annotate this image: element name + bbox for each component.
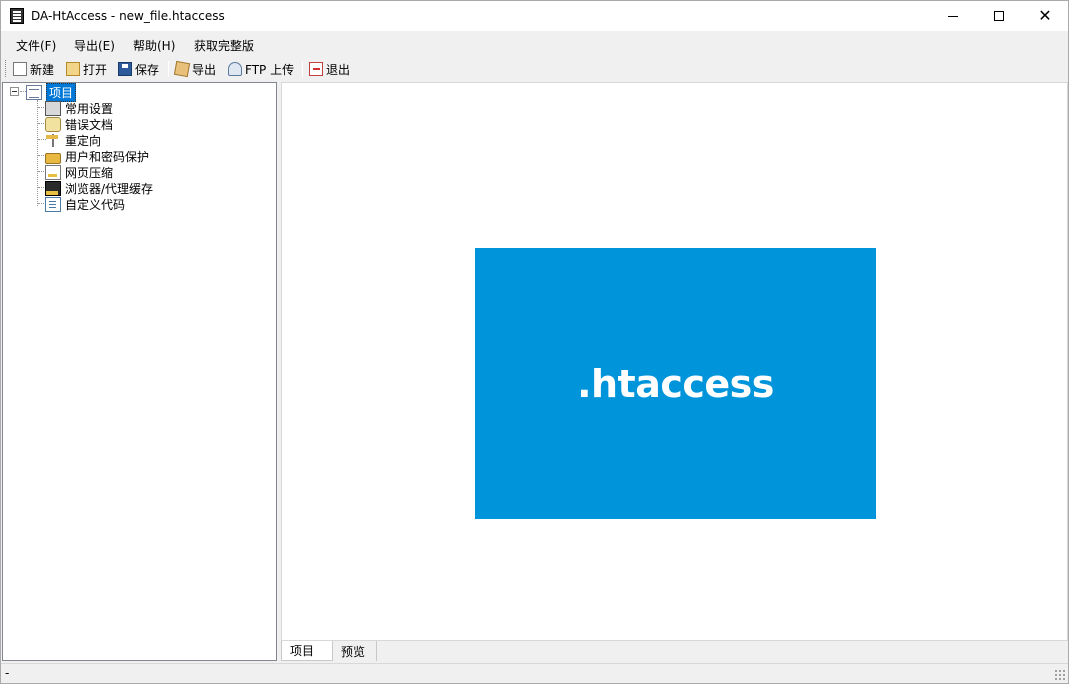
tree-item-project[interactable]: 项目 [26,82,77,102]
exit-label: 退出 [326,62,351,77]
open-file-icon [66,62,80,76]
title-bar[interactable]: DA-HtAccess - new_file.htaccess ✕ [1,1,1068,31]
close-icon: ✕ [1038,6,1052,25]
menu-help[interactable]: 帮助(H) [133,37,175,54]
tree-item-label: 浏览器/代理缓存 [65,181,154,196]
menu-export[interactable]: 导出(E) [74,37,115,54]
maximize-button[interactable] [976,1,1022,31]
open-label: 打开 [83,62,108,77]
tree-item-label: 网页压缩 [65,165,114,180]
new-file-icon [13,62,27,76]
ftp-label: FTP 上传 [245,62,295,77]
compressed-page-icon [45,164,61,180]
settings-icon [45,100,61,116]
exit-button[interactable]: 退出 [309,60,350,78]
code-document-icon [45,196,61,212]
error-document-icon [45,116,61,132]
app-window: DA-HtAccess - new_file.htaccess ✕ 文件(F) … [0,0,1069,684]
cache-server-icon [45,180,61,196]
status-text: - [5,666,10,680]
export-label: 导出 [192,62,217,77]
save-label: 保存 [135,62,160,77]
save-button[interactable]: 保存 [118,60,159,78]
banner-text: .htaccess [577,361,774,406]
tree-item-password-protection[interactable]: 用户和密码保护 [45,148,149,164]
close-button[interactable]: ✕ [1022,1,1068,31]
toolbar-separator [168,61,169,77]
export-box-icon [173,60,191,78]
save-icon [118,62,132,76]
lock-icon [45,152,61,164]
tab-label: 预览 [341,644,366,659]
tree-item-label: 错误文档 [65,117,114,132]
project-tree[interactable] [2,82,277,661]
maximize-icon [994,11,1004,21]
tree-item-label: 重定向 [65,133,102,148]
resize-grip-icon[interactable] [1054,669,1065,680]
toolbar-grip[interactable] [5,60,7,77]
project-icon [26,84,42,100]
window-title: DA-HtAccess - new_file.htaccess [31,9,225,23]
new-button[interactable]: 新建 [13,60,54,78]
tree-item-error-documents[interactable]: 错误文档 [45,116,113,132]
tree-item-custom-code[interactable]: 自定义代码 [45,196,125,212]
exit-icon [309,62,323,76]
menu-file[interactable]: 文件(F) [16,37,56,54]
tree-item-label: 自定义代码 [65,197,126,212]
htaccess-banner: .htaccess [475,248,876,519]
tab-preview[interactable]: 预览 [333,641,377,661]
new-label: 新建 [30,62,55,77]
content-panel: .htaccess [281,82,1068,641]
app-icon [10,8,24,24]
tree-item-label: 用户和密码保护 [65,149,150,164]
tree-item-redirect[interactable]: 重定向 [45,132,101,148]
tree-connector [37,100,38,206]
ftp-upload-button[interactable]: FTP 上传 [228,60,294,78]
open-button[interactable]: 打开 [66,60,107,78]
tree-item-label: 常用设置 [65,101,114,116]
status-bar: - [1,663,1068,683]
tree-item-browser-cache[interactable]: 浏览器/代理缓存 [45,180,153,196]
view-tabs: 项目 预览 [281,641,1068,661]
export-button[interactable]: 导出 [173,60,217,78]
menu-bar: 文件(F) 导出(E) 帮助(H) 获取完整版 [1,33,1068,55]
tree-item-general-settings[interactable]: 常用设置 [45,100,113,116]
minimize-icon [948,15,958,17]
minimize-button[interactable] [930,1,976,31]
toolbar: 新建 打开 保存 导出 FTP 上传 退出 [1,57,1068,81]
tab-label: 项目 [290,644,315,658]
signpost-icon [45,133,61,148]
tree-collapse-icon[interactable] [10,87,19,96]
cloud-upload-icon [228,62,242,76]
tree-item-compression[interactable]: 网页压缩 [45,164,113,180]
menu-get-full-version[interactable]: 获取完整版 [194,37,254,54]
toolbar-separator [302,61,303,77]
tab-project[interactable]: 项目 [281,641,333,661]
